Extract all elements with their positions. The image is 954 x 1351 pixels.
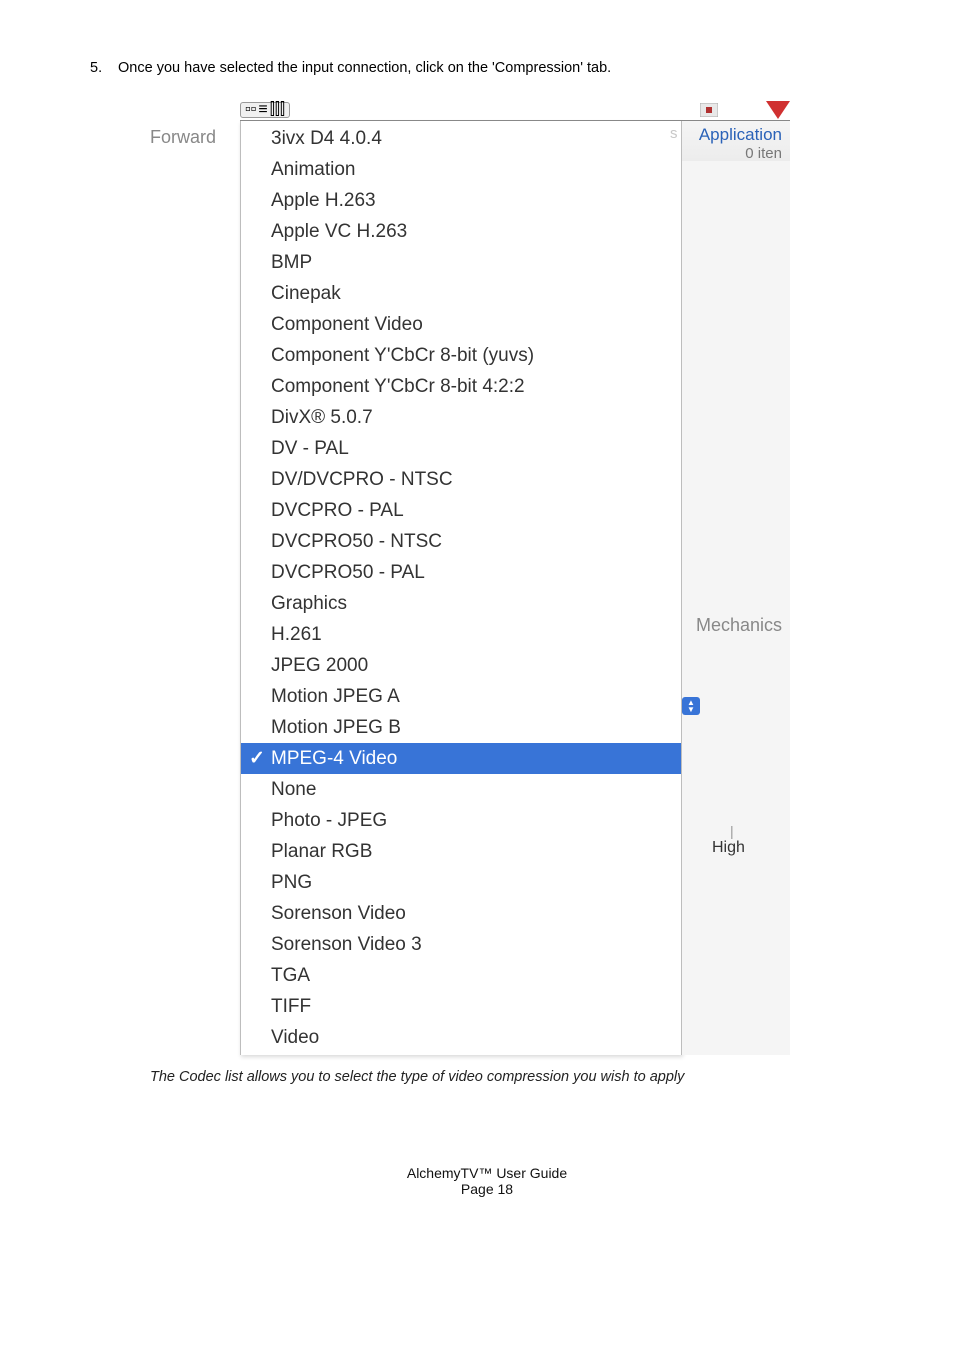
column-view-icon: ⫿⫿⫿ (270, 101, 285, 119)
forward-button-label[interactable]: Forward (150, 127, 240, 148)
codec-menu-item[interactable]: Graphics (241, 588, 681, 619)
codec-menu-item-label: None (271, 779, 316, 800)
codec-menu-item-label: Motion JPEG A (271, 686, 400, 707)
codec-menu-item-label: DVCPRO - PAL (271, 500, 404, 521)
codec-menu-item[interactable]: PNG (241, 867, 681, 898)
checkmark-icon: ✓ (249, 745, 265, 772)
codec-menu-item[interactable]: DVCPRO50 - NTSC (241, 526, 681, 557)
codec-menu-item[interactable]: Video (241, 1022, 681, 1053)
codec-menu-item[interactable]: Motion JPEG B (241, 712, 681, 743)
codec-menu-item-label: Apple VC H.263 (271, 221, 407, 242)
slider-tick: | (730, 823, 734, 839)
codec-menu-item[interactable]: Component Y'CbCr 8-bit (yuvs) (241, 340, 681, 371)
codec-menu-item[interactable]: 3ivx D4 4.0.4 (241, 123, 681, 154)
bg-favorites-text: s (670, 125, 678, 142)
codec-menu-item-label: Sorenson Video 3 (271, 934, 422, 955)
codec-menu-item-label: Component Y'CbCr 8-bit 4:2:2 (271, 376, 525, 397)
codec-menu-item[interactable]: ✓ MPEG-4 Video (241, 743, 681, 774)
codec-menu-item[interactable]: Apple VC H.263 (241, 216, 681, 247)
codec-menu-item[interactable]: H.261 (241, 619, 681, 650)
quality-high-label: High (712, 839, 745, 857)
toolbar-strip: ▫▫ ≡ ⫿⫿⫿ (240, 100, 790, 121)
codec-menu-item-label: Motion JPEG B (271, 717, 401, 738)
codec-menu-item[interactable]: DV - PAL (241, 433, 681, 464)
codec-menu-item-label: Animation (271, 159, 356, 180)
codec-menu-item-label: Video (271, 1027, 319, 1048)
codec-menu-item-label: TGA (271, 965, 310, 986)
red-triangle-icon (766, 101, 790, 119)
codec-menu-item-label: DV - PAL (271, 438, 349, 459)
codec-menu-item-label: Apple H.263 (271, 190, 376, 211)
codec-menu-item[interactable]: TGA (241, 960, 681, 991)
codec-menu-item-label: Component Y'CbCr 8-bit (yuvs) (271, 345, 534, 366)
codec-menu-item-label: Cinepak (271, 283, 341, 304)
codec-menu-item[interactable]: Photo - JPEG (241, 805, 681, 836)
codec-menu-item-label: Component Video (271, 314, 423, 335)
mechanics-tab[interactable]: Mechanics (696, 615, 782, 636)
codec-menu[interactable]: 3ivx D4 4.0.4 Animation Apple H.263 Apple V… (240, 121, 682, 1055)
codec-menu-item[interactable]: BMP (241, 247, 681, 278)
codec-menu-item-label: Graphics (271, 593, 347, 614)
popup-stepper-icon[interactable]: ▲ ▼ (682, 697, 700, 715)
codec-menu-item-label: 3ivx D4 4.0.4 (271, 128, 382, 149)
codec-menu-item[interactable]: None (241, 774, 681, 805)
codec-menu-item-label: DivX® 5.0.7 (271, 407, 373, 428)
icon-view-icon: ▫▫ (245, 101, 256, 119)
codec-menu-item-label: DV/DVCPRO - NTSC (271, 469, 453, 490)
codec-menu-item-label: BMP (271, 252, 312, 273)
codec-menu-item[interactable]: Apple H.263 (241, 185, 681, 216)
codec-menu-item[interactable]: Sorenson Video 3 (241, 929, 681, 960)
figure-caption: The Codec list allows you to select the … (150, 1069, 884, 1085)
codec-menu-item-label: Planar RGB (271, 841, 372, 862)
codec-menu-item-label: MPEG-4 Video (271, 748, 397, 769)
list-view-icon: ≡ (258, 101, 267, 119)
step-text: Once you have selected the input connect… (118, 60, 611, 76)
instruction-step: 5. Once you have selected the input conn… (90, 60, 884, 76)
codec-menu-item[interactable]: Animation (241, 154, 681, 185)
footer-page-number: 18 (498, 1181, 514, 1197)
codec-menu-item[interactable]: JPEG 2000 (241, 650, 681, 681)
screenshot-container: ▫▫ ≡ ⫿⫿⫿ Forward 3ivx D4 4.0.4 Animation A… (150, 100, 790, 1055)
codec-menu-item-label: JPEG 2000 (271, 655, 368, 676)
codec-menu-item-label: DVCPRO50 - NTSC (271, 531, 442, 552)
codec-menu-item-label: Sorenson Video (271, 903, 406, 924)
page-footer: AlchemyTV™ User Guide Page 18 (90, 1165, 884, 1197)
codec-menu-item[interactable]: Sorenson Video (241, 898, 681, 929)
item-count: 0 iten (699, 145, 782, 162)
codec-menu-item[interactable]: DVCPRO50 - PAL (241, 557, 681, 588)
down-arrow-icon: ▼ (687, 706, 695, 713)
codec-menu-item[interactable]: DVCPRO - PAL (241, 495, 681, 526)
codec-menu-item[interactable]: Planar RGB (241, 836, 681, 867)
uk-flag-icon (700, 103, 718, 117)
footer-guide-title: AlchemyTV™ User Guide (90, 1165, 884, 1181)
codec-menu-item[interactable]: Cinepak (241, 278, 681, 309)
left-column: Forward (150, 121, 240, 1055)
step-number: 5. (90, 60, 114, 76)
codec-menu-item-label: DVCPRO50 - PAL (271, 562, 425, 583)
footer-page-label: Page (461, 1181, 494, 1197)
codec-menu-item[interactable]: DV/DVCPRO - NTSC (241, 464, 681, 495)
applications-link[interactable]: Application (699, 125, 782, 145)
codec-menu-item[interactable]: Component Video (241, 309, 681, 340)
codec-menu-item[interactable]: Motion JPEG A (241, 681, 681, 712)
codec-menu-item[interactable]: DivX® 5.0.7 (241, 402, 681, 433)
codec-menu-item[interactable]: TIFF (241, 991, 681, 1022)
view-mode-toolbar[interactable]: ▫▫ ≡ ⫿⫿⫿ (240, 102, 290, 118)
right-column: Application 0 iten s Mechanics ▲ ▼ | Hig… (682, 121, 790, 1055)
codec-menu-item-label: TIFF (271, 996, 311, 1017)
codec-menu-item[interactable]: Component Y'CbCr 8-bit 4:2:2 (241, 371, 681, 402)
codec-menu-item-label: PNG (271, 872, 312, 893)
codec-menu-item-label: H.261 (271, 624, 322, 645)
codec-menu-item-label: Photo - JPEG (271, 810, 387, 831)
